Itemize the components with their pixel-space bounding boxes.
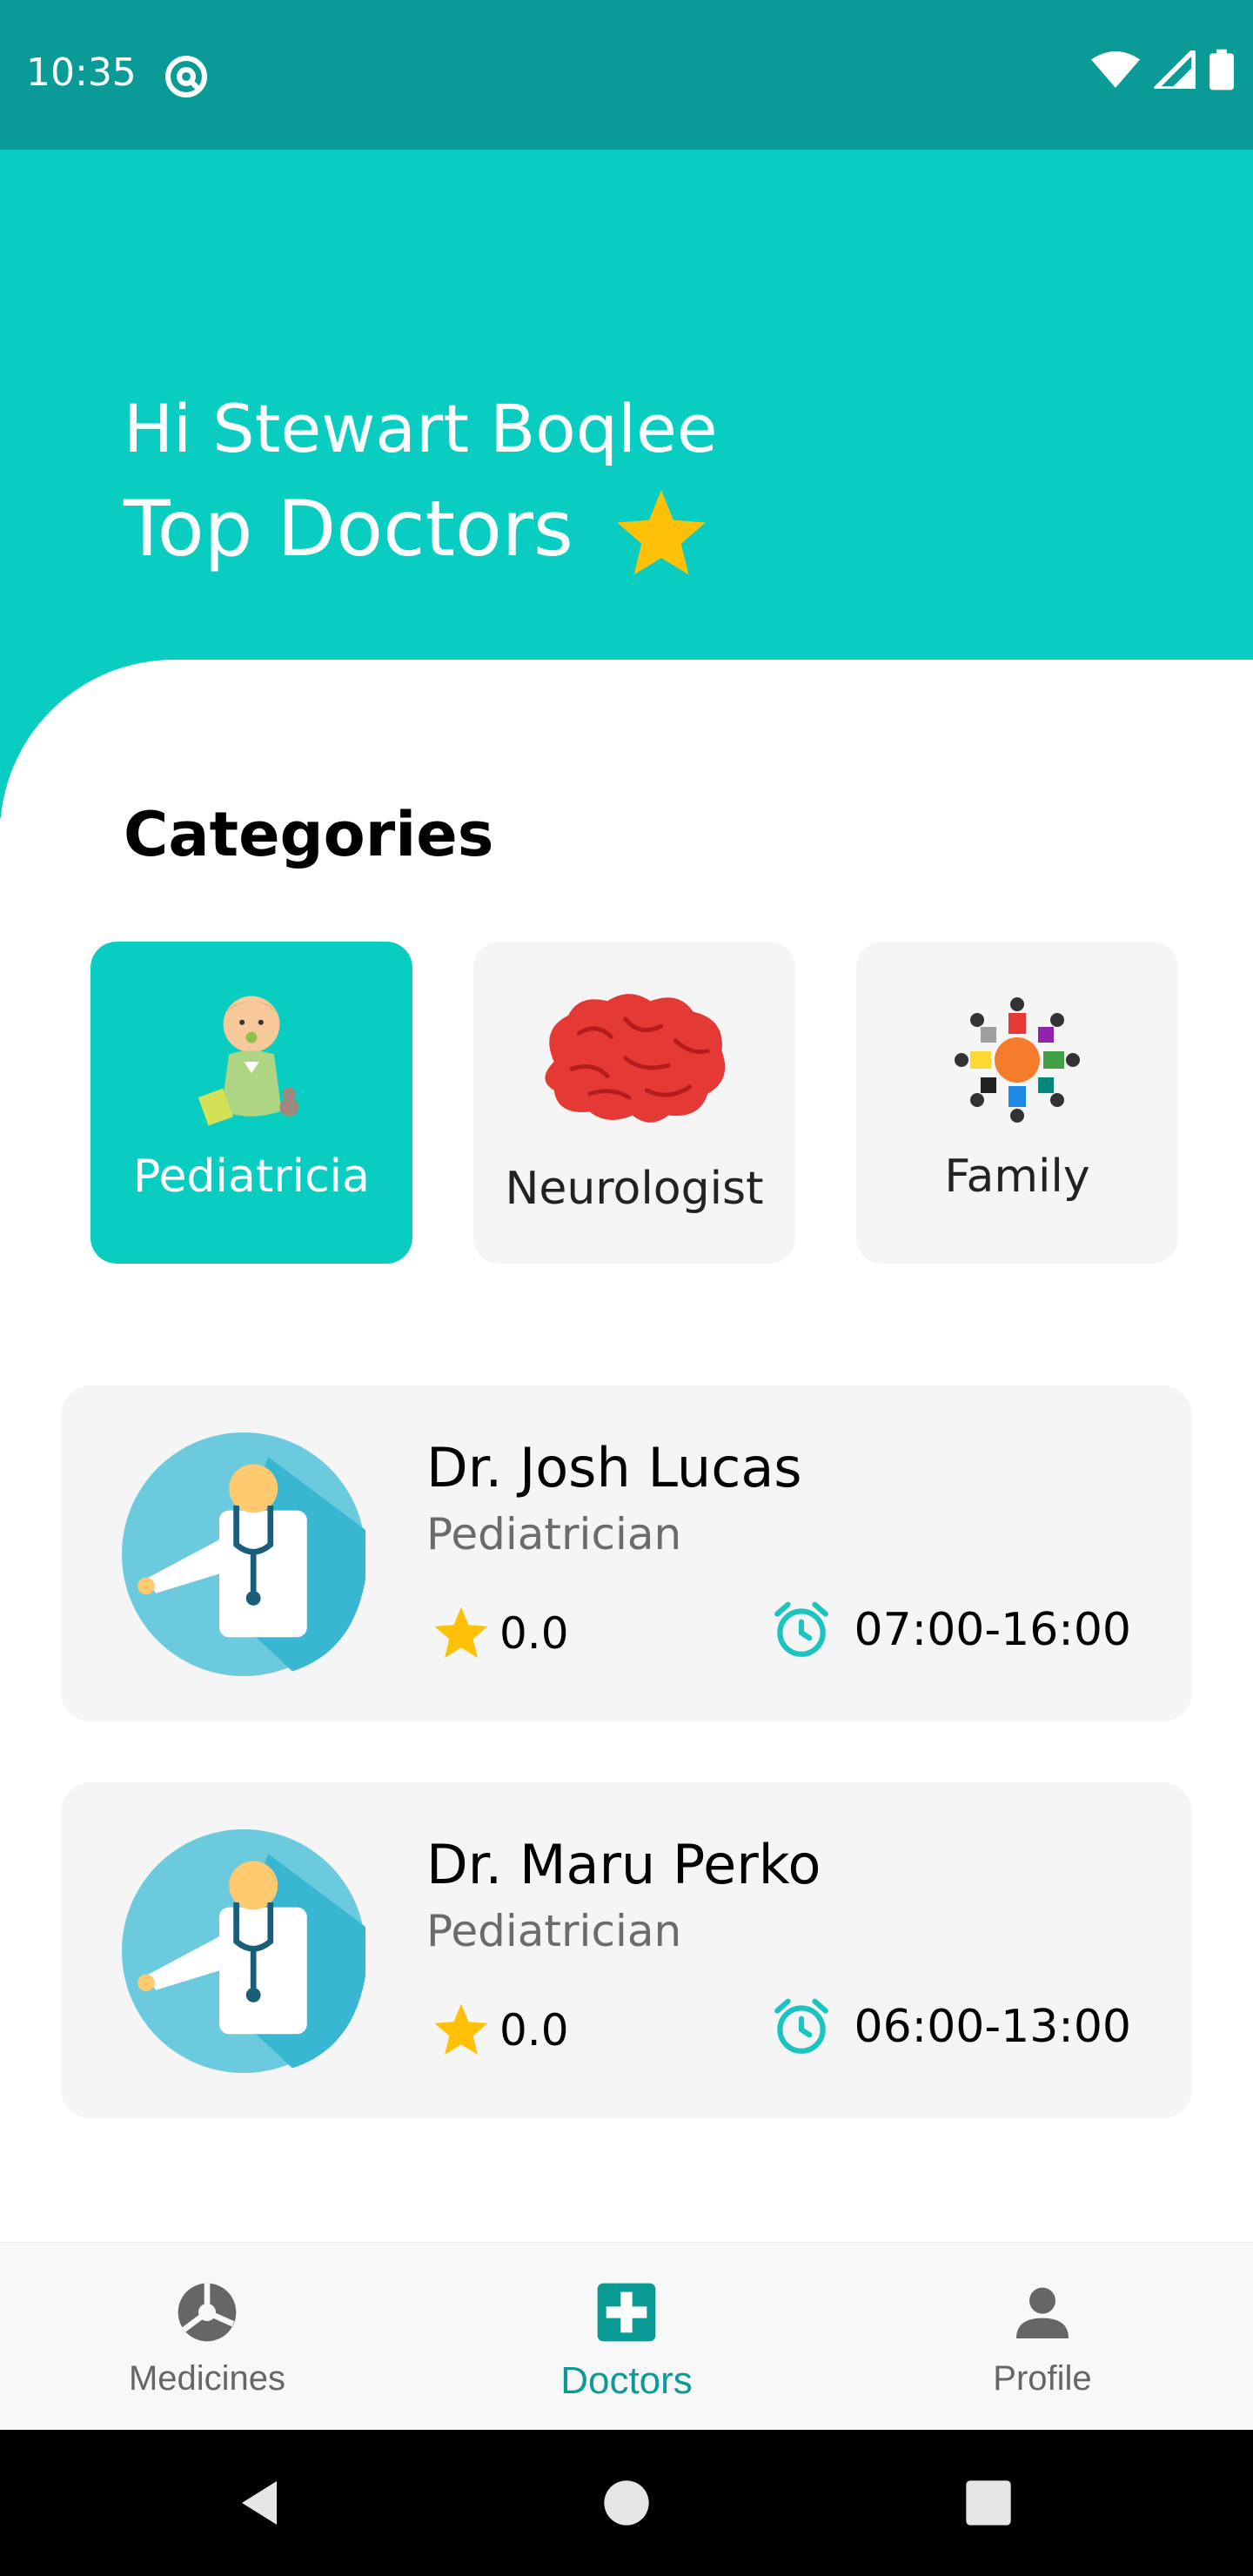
nav-label: Doctors <box>560 2359 693 2402</box>
doctor-rating: 0.0 <box>430 2000 569 2061</box>
doctor-card[interactable]: Dr. Josh Lucas Pediatrician 0.0 07:00-16… <box>61 1385 1192 1721</box>
nav-item-doctors[interactable]: Doctors <box>513 2277 740 2403</box>
hours-value: 06:00-13:00 <box>854 2001 1131 2053</box>
greeting-text: Hi Stewart Boqlee <box>124 390 718 467</box>
category-card-pediatrics[interactable]: Pediatricia <box>90 942 412 1264</box>
signal-icon <box>1154 50 1196 89</box>
page-title: Top Doctors <box>124 484 573 574</box>
back-icon[interactable] <box>233 2477 285 2529</box>
category-card-neurologist[interactable]: Neurologist <box>473 942 795 1264</box>
doctor-name: Dr. Josh Lucas <box>426 1436 802 1499</box>
star-icon <box>434 1607 488 1658</box>
doctor-card[interactable]: Dr. Maru Perko Pediatrician 0.0 06:00-13… <box>61 1782 1192 2118</box>
doctor-hours: 06:00-13:00 <box>769 1995 1131 2059</box>
wifi-icon <box>1091 51 1140 88</box>
category-card-family[interactable]: Family <box>856 942 1178 1264</box>
family-circle-icon <box>955 997 1080 1123</box>
recents-icon[interactable] <box>964 2479 1013 2527</box>
star-icon <box>617 490 706 575</box>
doctor-specialty: Pediatrician <box>426 1509 682 1560</box>
bottom-navigation: Medicines Doctors Profile <box>0 2242 1253 2430</box>
categories-heading: Categories <box>124 799 494 870</box>
category-label: Neurologist <box>505 1163 764 1215</box>
home-icon[interactable] <box>602 2479 651 2527</box>
baby-icon <box>198 996 299 1126</box>
at-sign-icon <box>164 55 208 98</box>
category-label: Family <box>944 1150 1090 1203</box>
system-navigation-bar <box>0 2430 1253 2576</box>
battery-icon <box>1209 49 1234 91</box>
alarm-clock-icon <box>774 1998 828 2054</box>
category-label: Pediatricia <box>133 1150 370 1203</box>
person-icon <box>1016 2287 1069 2338</box>
nav-label: Profile <box>993 2359 1092 2398</box>
status-time: 10:35 <box>26 50 137 95</box>
doctor-name: Dr. Maru Perko <box>426 1833 821 1896</box>
alarm-clock-icon <box>774 1601 828 1657</box>
doctor-rating: 0.0 <box>430 1603 569 1664</box>
brain-icon <box>545 994 726 1123</box>
nav-item-medicines[interactable]: Medicines <box>94 2277 320 2398</box>
pie-chart-icon <box>178 2283 237 2342</box>
doctor-avatar-icon <box>122 1829 365 2073</box>
doctor-hours: 07:00-16:00 <box>769 1598 1131 1662</box>
rating-value: 0.0 <box>499 2005 569 2056</box>
hours-value: 07:00-16:00 <box>854 1604 1131 1656</box>
status-bar: 10:35 <box>0 0 1253 150</box>
star-icon <box>434 2003 488 2055</box>
nav-label: Medicines <box>128 2359 286 2398</box>
nav-item-profile[interactable]: Profile <box>929 2277 1156 2398</box>
doctor-specialty: Pediatrician <box>426 1906 682 1956</box>
medical-cross-icon <box>597 2283 656 2342</box>
doctor-avatar-icon <box>122 1432 365 1676</box>
rating-value: 0.0 <box>499 1608 569 1659</box>
